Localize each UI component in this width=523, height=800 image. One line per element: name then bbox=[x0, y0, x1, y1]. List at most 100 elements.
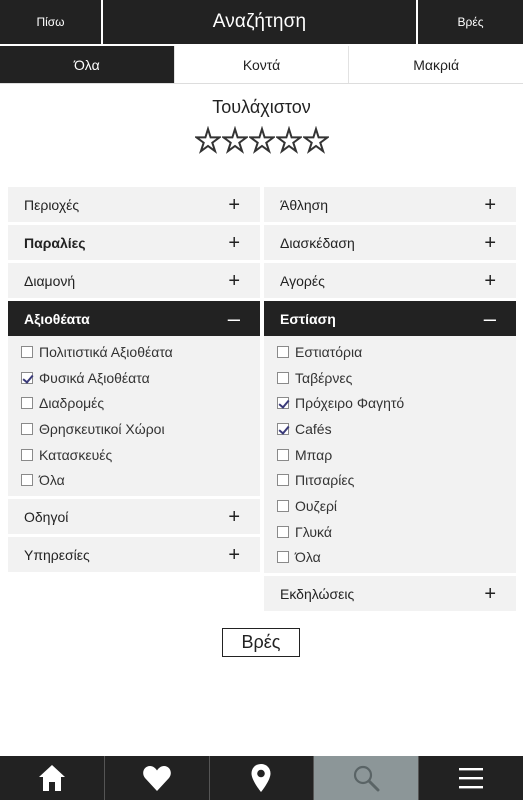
checkbox[interactable] bbox=[277, 371, 289, 384]
option-structures[interactable]: Κατασκευές bbox=[21, 442, 260, 468]
home-icon bbox=[38, 765, 65, 791]
option-label: Ταβέρνες bbox=[295, 369, 353, 386]
star-icon-1[interactable] bbox=[194, 126, 221, 156]
option-label: Όλα bbox=[39, 472, 65, 489]
menu-icon bbox=[459, 768, 484, 789]
option-restaurants[interactable]: Εστιατόρια bbox=[277, 339, 516, 365]
heart-icon bbox=[142, 766, 171, 791]
collapse-icon: – bbox=[227, 305, 240, 331]
section-shopping[interactable]: Αγορές + bbox=[264, 263, 516, 298]
section-sports[interactable]: Άθληση + bbox=[264, 187, 516, 222]
option-label: Cafés bbox=[295, 420, 332, 437]
expand-icon: + bbox=[228, 231, 240, 254]
collapse-icon: – bbox=[483, 305, 496, 331]
left-filter-column: Περιοχές + Παραλίες + Διαμονή + Αξιοθέατ… bbox=[8, 187, 260, 575]
option-label: Διαδρομές bbox=[39, 395, 105, 412]
section-label: Διαμονή bbox=[24, 272, 76, 289]
section-label: Εστίαση bbox=[280, 310, 336, 327]
find-button[interactable]: Βρές bbox=[222, 628, 300, 657]
checkbox[interactable] bbox=[277, 474, 289, 487]
checkbox[interactable] bbox=[277, 551, 289, 564]
option-label: Θρησκευτικοί Χώροι bbox=[39, 420, 165, 437]
checkbox[interactable] bbox=[21, 345, 33, 358]
option-all[interactable]: Όλα bbox=[277, 545, 516, 571]
option-pizzerias[interactable]: Πιτσαρίες bbox=[277, 467, 516, 493]
section-areas[interactable]: Περιοχές + bbox=[8, 187, 260, 222]
option-sweets[interactable]: Γλυκά bbox=[277, 519, 516, 545]
section-sights[interactable]: Αξιοθέατα – bbox=[8, 301, 260, 336]
option-routes[interactable]: Διαδρομές bbox=[21, 390, 260, 416]
section-label: Περιοχές bbox=[24, 196, 80, 213]
checkbox[interactable] bbox=[277, 499, 289, 512]
find-header-button[interactable]: Βρές bbox=[416, 0, 523, 44]
option-ouzeri[interactable]: Ουζερί bbox=[277, 493, 516, 519]
checkbox[interactable] bbox=[21, 397, 33, 410]
expand-icon: + bbox=[228, 193, 240, 216]
checkbox[interactable] bbox=[277, 345, 289, 358]
expand-icon: + bbox=[228, 269, 240, 292]
option-label: Πιτσαρίες bbox=[295, 472, 355, 489]
back-button[interactable]: Πίσω bbox=[0, 0, 103, 44]
page-title: Αναζήτηση bbox=[212, 11, 307, 32]
star-icon-2[interactable] bbox=[221, 126, 248, 156]
nav-menu[interactable] bbox=[418, 756, 523, 800]
nav-favorites[interactable] bbox=[103, 756, 209, 800]
checkbox[interactable] bbox=[21, 448, 33, 461]
search-icon bbox=[354, 765, 380, 792]
rating-stars bbox=[0, 126, 523, 156]
star-icon-4[interactable] bbox=[275, 126, 302, 156]
section-guides[interactable]: Οδηγοί + bbox=[8, 499, 260, 535]
option-label: Ουζερί bbox=[295, 497, 338, 514]
section-accommodation[interactable]: Διαμονή + bbox=[8, 263, 260, 298]
section-label: Παραλίες bbox=[24, 234, 86, 251]
dining-options: Εστιατόρια Ταβέρνες Πρόχειρο Φαγητό Café… bbox=[264, 336, 516, 574]
star-icon-5[interactable] bbox=[302, 126, 329, 156]
tab-far[interactable]: Μακριά bbox=[348, 46, 523, 83]
checkbox[interactable] bbox=[21, 371, 33, 384]
section-beaches[interactable]: Παραλίες + bbox=[8, 225, 260, 260]
nav-map[interactable] bbox=[208, 756, 314, 800]
expand-icon: + bbox=[484, 193, 496, 216]
checkbox[interactable] bbox=[21, 422, 33, 435]
option-label: Όλα bbox=[295, 549, 321, 566]
option-taverns[interactable]: Ταβέρνες bbox=[277, 365, 516, 391]
star-icon-3[interactable] bbox=[248, 126, 275, 156]
option-fast-food[interactable]: Πρόχειρο Φαγητό bbox=[277, 390, 516, 416]
checkbox[interactable] bbox=[277, 397, 289, 410]
tab-all[interactable]: Όλα bbox=[0, 46, 174, 83]
option-all[interactable]: Όλα bbox=[21, 467, 260, 493]
tab-near[interactable]: Κοντά bbox=[173, 46, 349, 83]
section-services[interactable]: Υπηρεσίες + bbox=[8, 537, 260, 573]
checkbox[interactable] bbox=[277, 448, 289, 461]
checkbox[interactable] bbox=[277, 422, 289, 435]
option-bars[interactable]: Μπαρ bbox=[277, 442, 516, 468]
option-label: Εστιατόρια bbox=[295, 343, 363, 360]
option-label: Φυσικά Αξιοθέατα bbox=[39, 369, 150, 386]
section-label: Οδηγοί bbox=[24, 508, 69, 525]
section-events[interactable]: Εκδηλώσεις + bbox=[264, 576, 516, 612]
distance-tabs: Όλα Κοντά Μακριά bbox=[0, 46, 523, 84]
option-cultural-sights[interactable]: Πολιτιστικά Αξιοθέατα bbox=[21, 339, 260, 365]
rating-label: Τουλάχιστον bbox=[212, 97, 311, 117]
option-label: Κατασκευές bbox=[39, 446, 113, 463]
section-entertainment[interactable]: Διασκέδαση + bbox=[264, 225, 516, 260]
checkbox[interactable] bbox=[21, 474, 33, 487]
expand-icon: + bbox=[228, 505, 240, 528]
expand-icon: + bbox=[228, 543, 240, 566]
nav-search[interactable] bbox=[313, 756, 419, 800]
expand-icon: + bbox=[484, 231, 496, 254]
section-dining[interactable]: Εστίαση – bbox=[264, 301, 516, 336]
option-cafes[interactable]: Cafés bbox=[277, 416, 516, 442]
checkbox[interactable] bbox=[277, 525, 289, 538]
section-label: Άθληση bbox=[280, 196, 329, 213]
nav-home[interactable] bbox=[0, 756, 104, 800]
option-natural-sights[interactable]: Φυσικά Αξιοθέατα bbox=[21, 365, 260, 391]
section-label: Εκδηλώσεις bbox=[280, 585, 355, 602]
section-label: Αξιοθέατα bbox=[24, 310, 90, 327]
section-label: Διασκέδαση bbox=[280, 234, 355, 251]
option-label: Πρόχειρο Φαγητό bbox=[295, 395, 405, 412]
top-bar: Πίσω Αναζήτηση Βρές bbox=[0, 0, 523, 44]
bottom-nav bbox=[0, 756, 523, 800]
option-label: Πολιτιστικά Αξιοθέατα bbox=[39, 343, 173, 360]
option-religious-sites[interactable]: Θρησκευτικοί Χώροι bbox=[21, 416, 260, 442]
